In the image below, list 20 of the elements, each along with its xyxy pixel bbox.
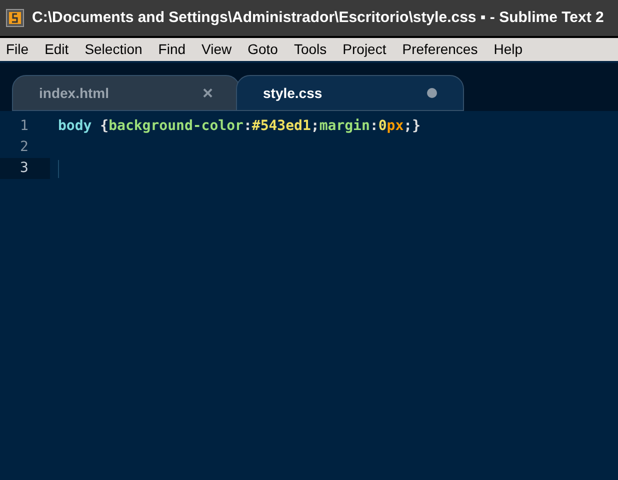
- menu-item[interactable]: View: [202, 39, 232, 60]
- line-number: 3: [20, 159, 28, 178]
- line-number: 1: [20, 117, 28, 136]
- text-cursor: [58, 160, 59, 178]
- menu-item[interactable]: Goto: [248, 39, 278, 60]
- menu-item[interactable]: Selection: [84, 39, 142, 60]
- menu-item[interactable]: Find: [158, 39, 186, 60]
- close-tab-button[interactable]: ×: [202, 80, 213, 106]
- line-number: 2: [20, 138, 28, 157]
- menu-item[interactable]: Help: [494, 39, 523, 60]
- app-icon: [6, 9, 24, 27]
- code-line: body {background-color:#543ed1;margin:0px;}: [58, 117, 421, 136]
- tab[interactable]: index.html ×: [12, 75, 240, 111]
- menu-item[interactable]: Tools: [294, 39, 327, 60]
- window-title: C:\Documents and Settings\Administrador\Escritorio\style.css ▪ - Sublime Text 2: [32, 8, 604, 28]
- menu-item[interactable]: File: [6, 39, 29, 60]
- menu-item[interactable]: Edit: [44, 39, 69, 60]
- menu-item[interactable]: Preferences: [402, 39, 478, 60]
- menu-item[interactable]: Project: [342, 39, 386, 60]
- tab[interactable]: style.css: [236, 75, 464, 111]
